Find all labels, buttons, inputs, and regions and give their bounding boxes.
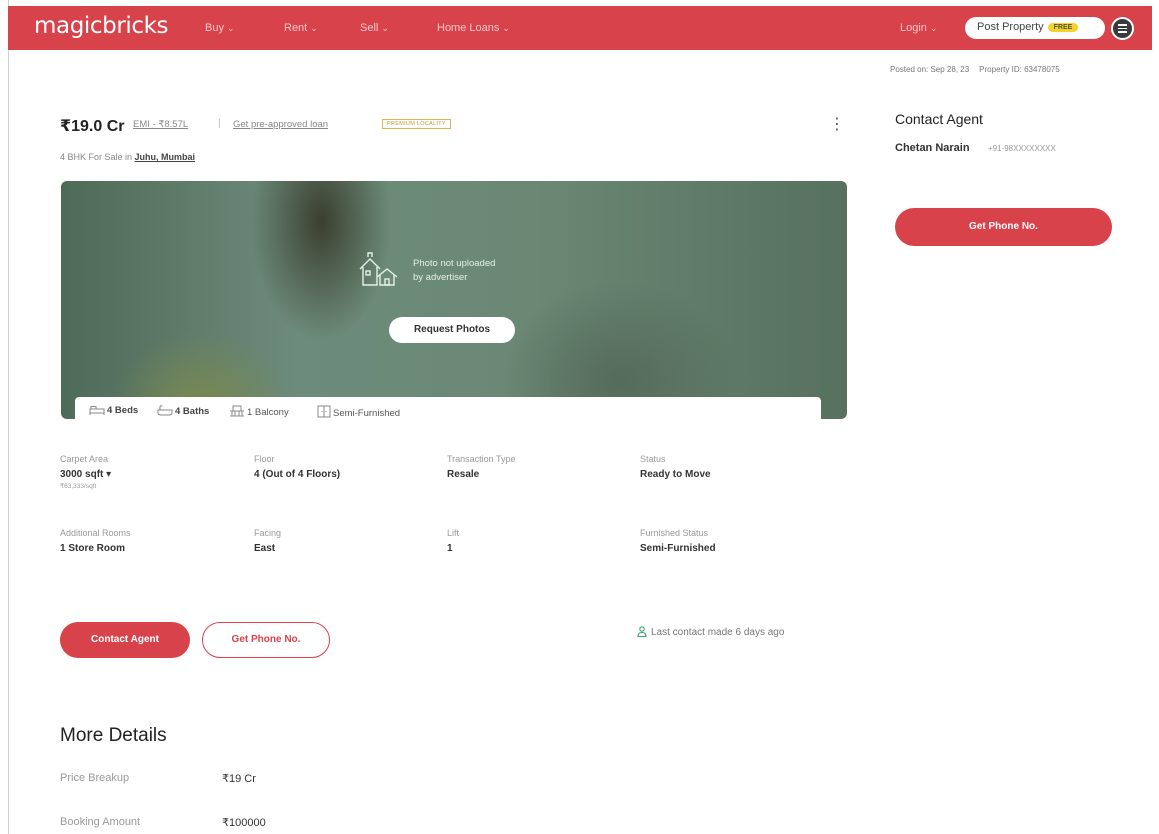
free-badge: FREE <box>1047 23 1079 32</box>
last-contact-note: Last contact made 6 days ago <box>637 626 784 638</box>
agent-name: Chetan Narain <box>895 142 970 154</box>
chevron-down-icon: ⌄ <box>502 23 510 33</box>
balcony-icon <box>230 405 244 417</box>
agent-phone-masked: +91-98XXXXXXXX <box>988 144 1056 153</box>
listing-price: ₹19.0 Cr <box>60 118 125 135</box>
booking-amount-label: Booking Amount <box>60 816 141 828</box>
chevron-down-icon: ⌄ <box>310 23 318 33</box>
house-icon <box>359 252 398 286</box>
feature-furnishing: Semi-Furnished <box>317 405 400 419</box>
detail-transaction-type: Transaction Type Resale <box>447 454 516 480</box>
price-breakup-value: ₹19 Cr <box>222 773 256 785</box>
post-property-button[interactable]: Post Property FREE <box>965 17 1105 39</box>
emi-link[interactable]: EMI - ₹8.57L <box>133 119 188 130</box>
bed-icon <box>89 406 105 415</box>
magicbricks-logo[interactable]: magicbricks <box>34 13 169 39</box>
detail-status: Status Ready to Move <box>640 454 711 480</box>
chevron-down-icon: ⌄ <box>226 23 235 33</box>
locality-link[interactable]: Juhu, Mumbai <box>135 152 196 162</box>
feature-beds: 4 Beds <box>89 405 138 416</box>
nav-home-loans[interactable]: Home Loans ⌄ <box>437 22 510 34</box>
chevron-down-icon: ⌄ <box>381 23 389 33</box>
price-separator: | <box>218 118 221 129</box>
property-photo-placeholder: Photo not uploaded by advertiser Request… <box>61 181 847 419</box>
chevron-down-icon: ⌄ <box>929 23 938 33</box>
nav-buy[interactable]: Buy ⌄ <box>205 22 235 34</box>
photo-not-uploaded-note: Photo not uploaded by advertiser <box>413 258 496 283</box>
user-icon <box>637 626 647 638</box>
login-dropdown[interactable]: Login ⌄ <box>900 22 937 34</box>
post-property-label: Post Property <box>977 21 1044 33</box>
top-navbar: magicbricks Buy ⌄ Rent ⌄ Sell ⌄ Home Loans ⌄… <box>8 6 1152 50</box>
detail-additional-rooms: Additional Rooms 1 Store Room <box>60 528 131 554</box>
get-phone-button[interactable]: Get Phone No. <box>202 622 330 658</box>
listing-subtitle: 4 BHK For Sale in Juhu, Mumbai <box>60 152 196 162</box>
posted-date: Posted on: Sep 28, 23 <box>890 65 970 74</box>
detail-carpet-area: Carpet Area 3000 sqft ▾ ₹63,333/sqft <box>60 454 112 490</box>
features-strip: 4 Beds 4 Baths 1 Balcony Semi-Furnished <box>75 397 821 423</box>
feature-baths: 4 Baths <box>157 405 209 417</box>
bathtub-icon <box>157 405 173 416</box>
wardrobe-icon <box>317 405 331 418</box>
hamburger-menu-icon[interactable] <box>1111 17 1134 40</box>
detail-floor: Floor 4 (Out of 4 Floors) <box>254 454 341 480</box>
more-options-icon[interactable]: ⋮ <box>829 114 845 134</box>
contact-agent-button[interactable]: Contact Agent <box>60 622 190 658</box>
property-id: Property ID: 63478075 <box>979 65 1060 74</box>
detail-lift: Lift 1 <box>447 528 460 554</box>
nav-rent[interactable]: Rent ⌄ <box>284 22 318 34</box>
request-photos-button[interactable]: Request Photos <box>389 317 515 343</box>
detail-facing: Facing East <box>254 528 282 554</box>
price-breakup-label: Price Breakup <box>60 772 130 784</box>
posting-meta: Posted on: Sep 28, 23 Property ID: 634780… <box>890 65 1060 74</box>
carpet-area-dropdown[interactable]: 3000 sqft ▾ <box>60 469 111 480</box>
feature-balcony: 1 Balcony <box>229 405 289 418</box>
more-details-title: More Details <box>60 725 167 746</box>
nav-sell[interactable]: Sell ⌄ <box>360 22 389 34</box>
sidebar-contact-agent-title: Contact Agent <box>895 111 983 127</box>
booking-amount-value: ₹100000 <box>222 817 266 829</box>
sidebar-get-phone-button[interactable]: Get Phone No. <box>895 208 1112 246</box>
detail-furnished-status: Furnished Status Semi-Furnished <box>640 528 716 554</box>
premium-locality-badge: PREMIUM LOCALITY <box>382 119 451 129</box>
preapproved-loan-link[interactable]: Get pre-approved loan <box>233 119 328 130</box>
